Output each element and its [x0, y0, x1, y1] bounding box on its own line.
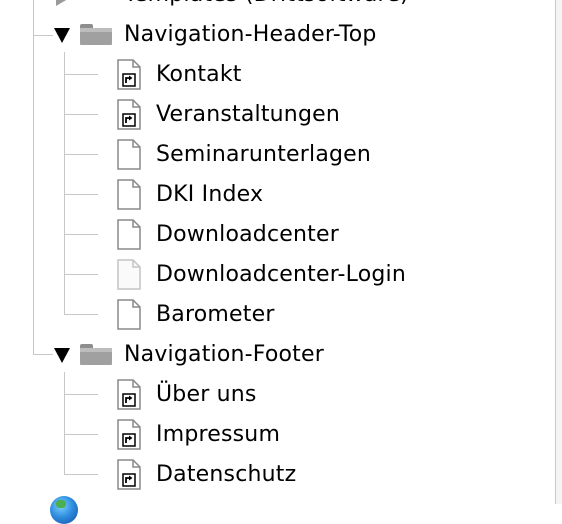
page-shortcut-icon: [117, 99, 141, 130]
tree-item-label: Über uns: [156, 382, 257, 407]
tree-connector: [33, 0, 34, 354]
tree-item-page[interactable]: Barometer: [156, 295, 275, 335]
tree-item-page[interactable]: Veranstaltungen: [156, 95, 340, 135]
tree-item-label: Navigation-Footer: [124, 342, 324, 367]
tree-connector: [64, 74, 98, 75]
tree-connector: [64, 154, 98, 155]
tree-connector: [64, 194, 98, 195]
collapse-toggle-icon[interactable]: [54, 348, 70, 363]
tree-connector: [64, 394, 98, 395]
folder-icon: [80, 344, 112, 365]
tree-item-label: DKI Index: [156, 182, 264, 207]
tree-item-label: Downloadcenter: [156, 222, 339, 247]
scrollbar-track[interactable]: [556, 0, 562, 504]
tree-connector: [64, 114, 98, 115]
tree-item-page[interactable]: Datenschutz: [156, 455, 296, 495]
tree-item-label: Seminarunterlagen: [156, 142, 372, 167]
tree-item-page[interactable]: Impressum: [156, 415, 280, 455]
page-icon: [117, 219, 141, 250]
tree-connector: [64, 314, 98, 315]
page-icon: [117, 139, 141, 170]
tree-connector: [64, 434, 98, 435]
tree-item-templates[interactable]: Templates (Drittsoftware): [124, 0, 409, 15]
tree-item-folder[interactable]: Navigation-Header-Top: [124, 15, 377, 55]
page-shortcut-icon: [117, 379, 141, 410]
tree-connector: [64, 474, 98, 475]
page-shortcut-icon: [117, 419, 141, 450]
page-icon: [117, 299, 141, 330]
collapse-toggle-icon[interactable]: [54, 28, 70, 43]
tree-connector: [64, 234, 98, 235]
page-tree: Templates (Drittsoftware) Navigation-Hea…: [0, 0, 555, 524]
page-hidden-icon: [117, 259, 141, 290]
tree-item-page[interactable]: Kontakt: [156, 55, 242, 95]
tree-item-label: Kontakt: [156, 62, 242, 87]
tree-item-label: Barometer: [156, 302, 275, 327]
tree-connector: [33, 35, 53, 36]
tree-item-page[interactable]: Über uns: [156, 375, 257, 415]
tree-connector: [64, 274, 98, 275]
tree-item-label: Templates (Drittsoftware): [124, 0, 409, 15]
page-shortcut-icon: [117, 59, 141, 90]
tree-item-label: Datenschutz: [156, 462, 297, 487]
tree-item-page[interactable]: Downloadcenter-Login: [156, 255, 406, 295]
tree-connector: [33, 354, 53, 355]
folder-icon: [80, 24, 112, 45]
tree-item-label: Veranstaltungen: [156, 102, 340, 127]
globe-icon: [50, 496, 78, 524]
tree-connector: [64, 372, 65, 474]
tree-item-page[interactable]: Downloadcenter: [156, 215, 339, 255]
tree-item-folder[interactable]: Navigation-Footer: [124, 335, 324, 375]
tree-item-label: Navigation-Header-Top: [124, 22, 377, 47]
page-shortcut-icon: [117, 459, 141, 490]
expand-toggle-icon[interactable]: [56, 0, 68, 6]
tree-item-label: Impressum: [156, 422, 281, 447]
tree-item-page[interactable]: DKI Index: [156, 175, 263, 215]
page-icon: [117, 179, 141, 210]
tree-item-label: Downloadcenter-Login: [156, 262, 407, 287]
tree-item-page[interactable]: Seminarunterlagen: [156, 135, 371, 175]
